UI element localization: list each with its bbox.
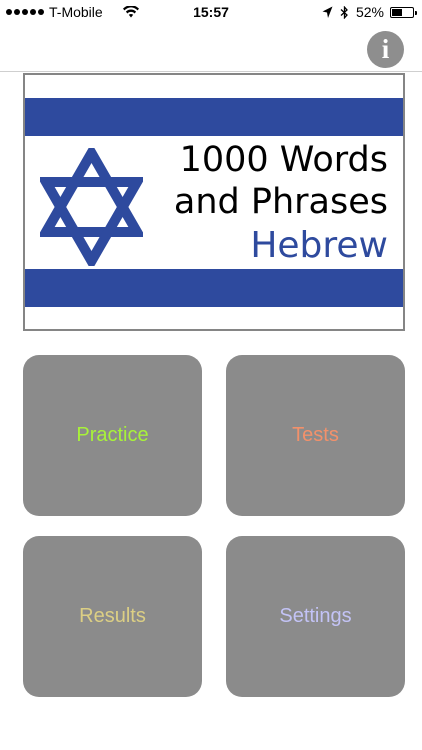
- app-banner: 1000 Words and Phrases Hebrew: [23, 73, 405, 331]
- tests-label: Tests: [292, 424, 339, 446]
- results-label: Results: [79, 605, 146, 627]
- battery-fill: [392, 8, 403, 16]
- banner-title-line-2: and Phrases: [173, 182, 388, 222]
- banner-language: Hebrew: [250, 225, 388, 266]
- banner-title-line-1: 1000 Words: [179, 140, 388, 180]
- practice-label: Practice: [76, 424, 149, 446]
- settings-label: Settings: [279, 605, 352, 627]
- flag-stripe-top: [25, 98, 403, 136]
- star-of-david-icon: [40, 148, 143, 266]
- practice-button[interactable]: Practice: [23, 355, 202, 516]
- settings-button[interactable]: Settings: [226, 536, 405, 697]
- battery-icon: [390, 6, 417, 18]
- bluetooth-icon: [340, 5, 348, 19]
- flag-stripe-bottom: [25, 269, 403, 307]
- status-right: 52%: [322, 4, 417, 20]
- info-icon: i: [381, 34, 390, 64]
- location-arrow-icon: [322, 6, 333, 18]
- status-bar: T-Mobile 15:57 52%: [0, 0, 422, 26]
- banner-title: 1000 Words and Phrases: [174, 139, 388, 223]
- battery-percent: 52%: [355, 4, 384, 20]
- info-button[interactable]: i: [367, 31, 404, 68]
- results-button[interactable]: Results: [23, 536, 202, 697]
- navigation-bar: i: [0, 26, 422, 72]
- tests-button[interactable]: Tests: [226, 355, 405, 516]
